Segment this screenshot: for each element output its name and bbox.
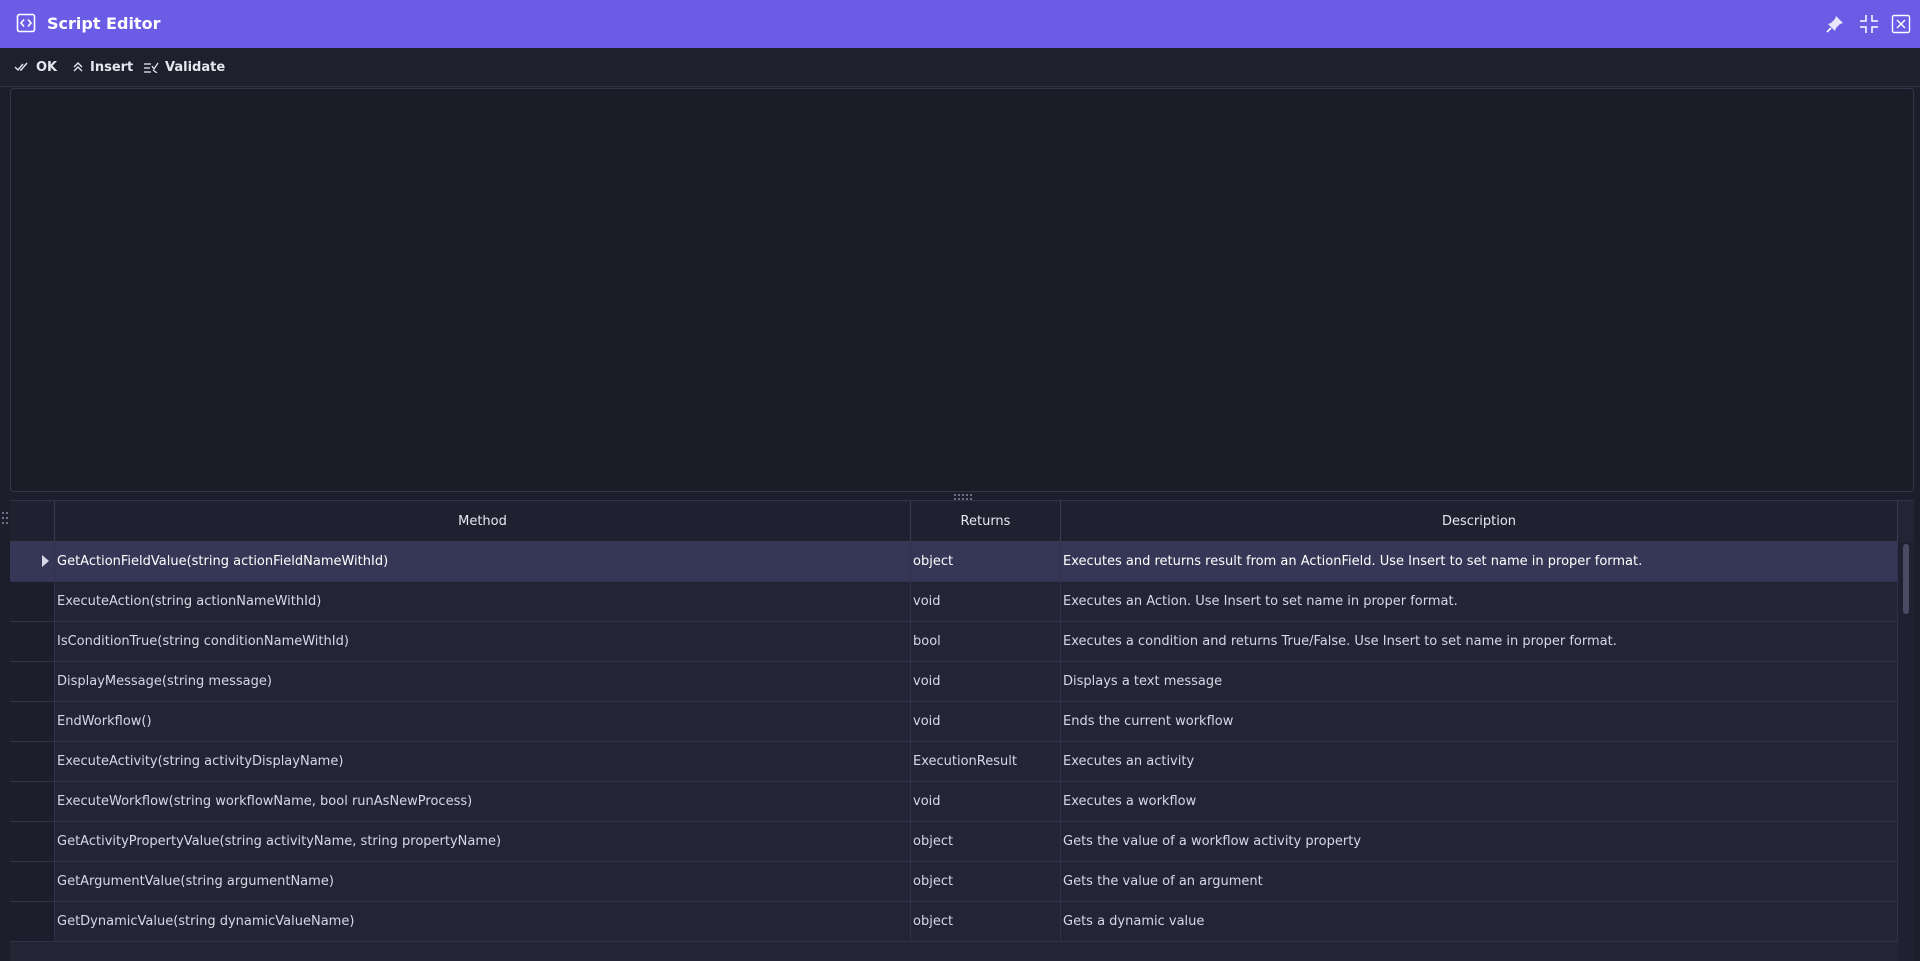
pin-button[interactable] — [1823, 12, 1847, 36]
row-indicator[interactable] — [10, 582, 55, 621]
cell-method: GetActionFieldValue(string actionFieldNa… — [55, 542, 911, 581]
table-row[interactable]: DisplayMessage(string message) void Displa… — [10, 662, 1898, 702]
insert-button[interactable]: Insert — [72, 58, 133, 76]
table-row[interactable]: GetArgumentValue(string argumentName) obj… — [10, 862, 1898, 902]
cell-returns: ExecutionResult — [911, 742, 1061, 781]
cell-returns: void — [911, 782, 1061, 821]
cell-returns: void — [911, 662, 1061, 701]
cell-returns: object — [911, 902, 1061, 941]
table-row[interactable]: GetActionFieldValue(string actionFieldNa… — [10, 542, 1898, 582]
row-pointer-icon — [42, 555, 49, 567]
close-icon — [1891, 14, 1911, 34]
column-header-description[interactable]: Description — [1061, 501, 1898, 541]
row-indicator[interactable] — [10, 862, 55, 901]
ok-label: OK — [36, 59, 58, 75]
table-row[interactable]: EndWorkflow() void Ends the current workfl… — [10, 702, 1898, 742]
code-brackets-icon — [16, 13, 36, 33]
window-title: Script Editor — [47, 14, 161, 33]
cell-description: Ends the current workflow — [1061, 702, 1898, 741]
methods-grid: Method Returns Description GetActionFiel… — [10, 500, 1914, 961]
row-indicator[interactable] — [10, 822, 55, 861]
row-indicator[interactable] — [10, 662, 55, 701]
table-row[interactable]: ExecuteActivity(string activityDisplayNa… — [10, 742, 1898, 782]
row-indicator[interactable] — [10, 742, 55, 781]
cell-description: Displays a text message — [1061, 662, 1898, 701]
cell-returns: object — [911, 862, 1061, 901]
cell-description: Executes a workflow — [1061, 782, 1898, 821]
double-check-icon — [14, 62, 28, 72]
grid-header: Method Returns Description — [10, 501, 1898, 542]
row-indicator[interactable] — [10, 902, 55, 941]
cell-description: Executes and returns result from an Acti… — [1061, 542, 1898, 581]
table-row[interactable]: ExecuteAction(string actionNameWithId) vo… — [10, 582, 1898, 622]
row-indicator[interactable] — [10, 542, 55, 581]
vertical-scrollbar[interactable] — [1898, 542, 1914, 961]
vertical-grip-icon[interactable] — [2, 512, 8, 528]
cell-method: ExecuteAction(string actionNameWithId) — [55, 582, 911, 621]
insert-label: Insert — [90, 59, 134, 75]
validate-button[interactable]: Validate — [143, 58, 225, 76]
header-indicator-cell — [10, 501, 55, 541]
cell-returns: void — [911, 582, 1061, 621]
validate-list-icon — [144, 62, 159, 73]
cell-description: Gets a dynamic value — [1061, 902, 1898, 941]
ok-button[interactable]: OK — [14, 58, 57, 76]
title-bar: Script Editor — [0, 0, 1920, 48]
cell-returns: void — [911, 702, 1061, 741]
validate-label: Validate — [165, 59, 226, 75]
cell-description: Executes an activity — [1061, 742, 1898, 781]
row-indicator[interactable] — [10, 622, 55, 661]
toolbar: OK Insert Validate — [0, 48, 1920, 87]
script-editor-window: Script Editor OK Insert Validate Method … — [0, 0, 1920, 961]
pin-icon — [1826, 16, 1843, 33]
cell-description: Gets the value of an argument — [1061, 862, 1898, 901]
collapse-icon — [1860, 15, 1878, 33]
table-row[interactable]: IsConditionTrue(string conditionNameWith… — [10, 622, 1898, 662]
cell-method: ExecuteWorkflow(string workflowName, boo… — [55, 782, 911, 821]
cell-description: Executes a condition and returns True/Fa… — [1061, 622, 1898, 661]
cell-returns: bool — [911, 622, 1061, 661]
table-row[interactable]: GetDynamicValue(string dynamicValueName)… — [10, 902, 1898, 942]
cell-method: ExecuteActivity(string activityDisplayNa… — [55, 742, 911, 781]
double-chevron-up-icon — [73, 62, 83, 72]
column-header-returns[interactable]: Returns — [911, 501, 1061, 541]
close-button[interactable] — [1889, 12, 1913, 36]
cell-returns: object — [911, 822, 1061, 861]
cell-method: GetDynamicValue(string dynamicValueName) — [55, 902, 911, 941]
table-row[interactable]: ExecuteWorkflow(string workflowName, boo… — [10, 782, 1898, 822]
row-indicator[interactable] — [10, 782, 55, 821]
cell-returns: object — [911, 542, 1061, 581]
cell-method: GetArgumentValue(string argumentName) — [55, 862, 911, 901]
column-header-method[interactable]: Method — [55, 501, 911, 541]
row-indicator[interactable] — [10, 702, 55, 741]
cell-method: IsConditionTrue(string conditionNameWith… — [55, 622, 911, 661]
cell-description: Executes an Action. Use Insert to set na… — [1061, 582, 1898, 621]
script-editor-area[interactable] — [10, 88, 1914, 492]
cell-method: DisplayMessage(string message) — [55, 662, 911, 701]
scrollbar-thumb[interactable] — [1903, 544, 1909, 614]
cell-method: GetActivityPropertyValue(string activity… — [55, 822, 911, 861]
table-row[interactable]: GetActivityPropertyValue(string activity… — [10, 822, 1898, 862]
cell-method: EndWorkflow() — [55, 702, 911, 741]
cell-description: Gets the value of a workflow activity pr… — [1061, 822, 1898, 861]
collapse-button[interactable] — [1857, 12, 1881, 36]
